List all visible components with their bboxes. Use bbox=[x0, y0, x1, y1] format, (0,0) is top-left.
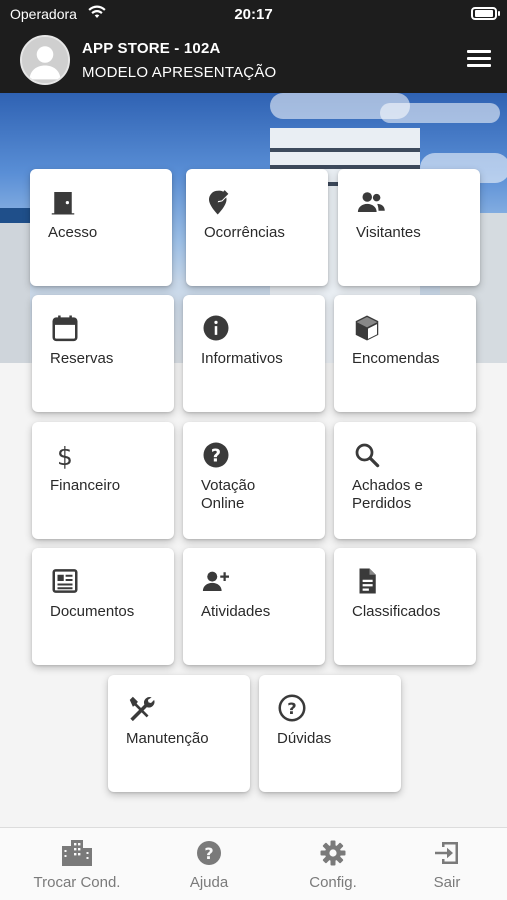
status-time: 20:17 bbox=[234, 6, 273, 23]
tile-label: Acesso bbox=[48, 224, 98, 241]
nav-label: Config. bbox=[309, 874, 357, 891]
tile-label: Atividades bbox=[201, 603, 271, 620]
tile-label: Visitantes bbox=[356, 224, 421, 241]
svg-text:?: ? bbox=[287, 699, 296, 718]
tile-label: Encomendas bbox=[352, 350, 440, 367]
newspaper-icon bbox=[50, 566, 80, 596]
tile-label: Informativos bbox=[201, 350, 283, 367]
tile-label: Achados e Perdidos bbox=[352, 477, 423, 512]
svg-text:?: ? bbox=[211, 446, 221, 466]
status-bar: Operadora 20:17 bbox=[0, 0, 507, 28]
tile-informativos[interactable]: Informativos bbox=[183, 295, 325, 412]
avatar[interactable] bbox=[20, 35, 70, 85]
nav-label: Sair bbox=[433, 874, 461, 891]
help-circle-icon: ? bbox=[277, 693, 307, 723]
person-add-icon bbox=[201, 566, 231, 596]
tile-manutencao[interactable]: Manutenção bbox=[108, 675, 250, 792]
app-header: Operadora 20:17 APP STORE - 102A MODELO … bbox=[0, 0, 507, 93]
question-icon: ? bbox=[191, 838, 227, 868]
tile-label: Documentos bbox=[50, 603, 135, 620]
edit-pin-icon bbox=[204, 187, 234, 217]
nav-label: Ajuda bbox=[189, 874, 229, 891]
people-icon bbox=[356, 187, 386, 217]
file-icon bbox=[352, 566, 382, 596]
logout-icon bbox=[429, 838, 465, 868]
tile-label: Reservas bbox=[50, 350, 114, 367]
tile-label: Votação Online bbox=[201, 477, 256, 512]
question-icon: ? bbox=[201, 440, 231, 470]
nav-sair[interactable]: Sair bbox=[384, 828, 507, 900]
tile-financeiro[interactable]: $ Financeiro bbox=[32, 422, 174, 539]
tile-label: Classificados bbox=[352, 603, 441, 620]
tile-label: Ocorrências bbox=[204, 224, 285, 241]
calendar-icon bbox=[50, 313, 80, 343]
battery-cap bbox=[498, 11, 500, 16]
gear-icon bbox=[315, 838, 351, 868]
tile-encomendas[interactable]: Encomendas bbox=[334, 295, 476, 412]
tile-ocorrencias[interactable]: Ocorrências bbox=[186, 169, 328, 286]
tile-duvidas[interactable]: ? Dúvidas bbox=[259, 675, 401, 792]
nav-ajuda[interactable]: ? Ajuda bbox=[146, 828, 272, 900]
tile-label: Financeiro bbox=[50, 477, 121, 494]
package-icon bbox=[352, 313, 382, 343]
page-subtitle: MODELO APRESENTAÇÃO bbox=[82, 64, 277, 81]
dollar-icon: $ bbox=[50, 440, 80, 470]
tile-label: Dúvidas bbox=[277, 730, 332, 747]
tile-acesso[interactable]: Acesso bbox=[30, 169, 172, 286]
nav-config[interactable]: Config. bbox=[270, 828, 396, 900]
tile-visitantes[interactable]: Visitantes bbox=[338, 169, 480, 286]
tile-label: Manutenção bbox=[126, 730, 209, 747]
svg-text:?: ? bbox=[204, 844, 213, 863]
buildings-icon bbox=[59, 838, 95, 868]
tile-votacao-online[interactable]: ? Votação Online bbox=[183, 422, 325, 539]
page-title: APP STORE - 102A bbox=[82, 40, 221, 57]
tile-classificados[interactable]: Classificados bbox=[334, 548, 476, 665]
battery-icon bbox=[471, 7, 497, 20]
door-icon bbox=[48, 187, 78, 217]
hamburger-menu-icon[interactable] bbox=[467, 50, 491, 70]
tile-atividades[interactable]: Atividades bbox=[183, 548, 325, 665]
svg-text:$: $ bbox=[57, 442, 73, 470]
search-icon bbox=[352, 440, 382, 470]
info-icon bbox=[201, 313, 231, 343]
tile-reservas[interactable]: Reservas bbox=[32, 295, 174, 412]
nav-trocar-cond[interactable]: Trocar Cond. bbox=[14, 828, 140, 900]
tools-icon bbox=[126, 693, 156, 723]
nav-label: Trocar Cond. bbox=[33, 874, 121, 891]
tile-documentos[interactable]: Documentos bbox=[32, 548, 174, 665]
bottom-nav: Trocar Cond. ? Ajuda Config. Sair bbox=[0, 827, 507, 900]
tile-achados-e-perdidos[interactable]: Achados e Perdidos bbox=[334, 422, 476, 539]
